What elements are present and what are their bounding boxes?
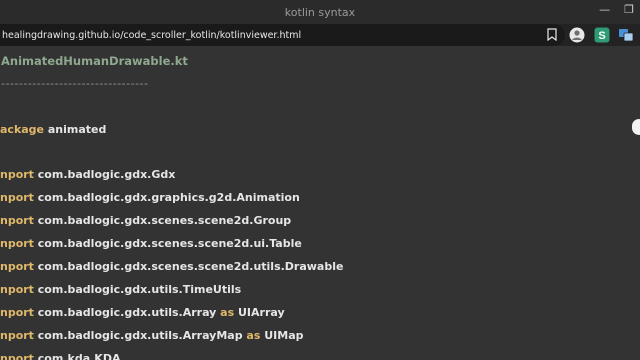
code-text: com.kda.KDA — [33, 352, 121, 360]
code-text-alias: UIMap — [260, 329, 304, 342]
side-scroll-handle[interactable] — [632, 119, 640, 135]
code-text: com.badlogic.gdx.utils.Array — [33, 306, 221, 319]
minimize-icon[interactable]: — — [599, 3, 610, 16]
keyword: nport — [0, 214, 34, 227]
keyword: nport — [0, 352, 34, 360]
code-text: com.badlogic.gdx.scenes.scene2d.Group — [33, 214, 292, 227]
file-name-heading: AnimatedHumanDrawable.kt — [1, 54, 188, 68]
keyword: nport — [0, 283, 34, 296]
code-line: nport com.badlogic.gdx.scenes.scene2d.ut… — [0, 260, 343, 273]
restore-icon[interactable]: ❐ — [624, 3, 634, 16]
profile-avatar-icon[interactable] — [569, 27, 585, 43]
extension-s-icon[interactable]: S — [594, 27, 610, 43]
code-text-alias: UIArray — [234, 306, 285, 319]
keyword-as: as — [246, 329, 261, 342]
extensions-windows-icon[interactable] — [618, 27, 634, 43]
code-text: com.badlogic.gdx.scenes.scene2d.utils.Dr… — [33, 260, 344, 273]
window-title: kotlin syntax — [284, 5, 356, 19]
page-content: AnimatedHumanDrawable.kt ---------------… — [0, 46, 640, 360]
keyword: nport — [0, 237, 34, 250]
code-line: nport com.badlogic.gdx.scenes.scene2d.Gr… — [0, 214, 291, 227]
code-line: nport com.badlogic.gdx.utils.TimeUtils — [0, 283, 241, 296]
code-line: nport com.badlogic.gdx.utils.ArrayMap as… — [0, 329, 304, 342]
file-divider: --------------------------------- — [1, 77, 149, 90]
keyword-as: as — [220, 306, 235, 319]
keyword: nport — [0, 260, 34, 273]
keyword: nport — [0, 168, 34, 181]
code-line: nport com.badlogic.gdx.utils.Array as UI… — [0, 306, 285, 319]
code-text: animated — [44, 123, 107, 136]
keyword: nport — [0, 329, 34, 342]
code-line: ackage animated — [0, 123, 106, 136]
code-line: nport com.badlogic.gdx.Gdx — [0, 168, 175, 181]
keyword: ackage — [0, 123, 45, 136]
code-text: com.badlogic.gdx.graphics.g2d.Animation — [33, 191, 300, 204]
code-line: nport com.badlogic.gdx.graphics.g2d.Anim… — [0, 191, 300, 204]
browser-toolbar: healingdrawing.github.io/code_scroller_k… — [0, 24, 640, 46]
url-text[interactable]: healingdrawing.github.io/code_scroller_k… — [2, 30, 301, 41]
code-line: nport com.kda.KDA — [0, 352, 120, 360]
code-text: com.badlogic.gdx.scenes.scene2d.ui.Table — [33, 237, 302, 250]
address-bar[interactable]: healingdrawing.github.io/code_scroller_k… — [0, 24, 565, 46]
window-titlebar: kotlin syntax — ❐ — [0, 0, 640, 24]
code-line: nport com.badlogic.gdx.scenes.scene2d.ui… — [0, 237, 302, 250]
svg-text:S: S — [598, 30, 605, 42]
code-text: com.badlogic.gdx.Gdx — [33, 168, 176, 181]
bookmark-icon[interactable] — [547, 28, 557, 41]
keyword: nport — [0, 306, 34, 319]
code-text: com.badlogic.gdx.utils.TimeUtils — [33, 283, 242, 296]
code-text: com.badlogic.gdx.utils.ArrayMap — [33, 329, 247, 342]
keyword: nport — [0, 191, 34, 204]
